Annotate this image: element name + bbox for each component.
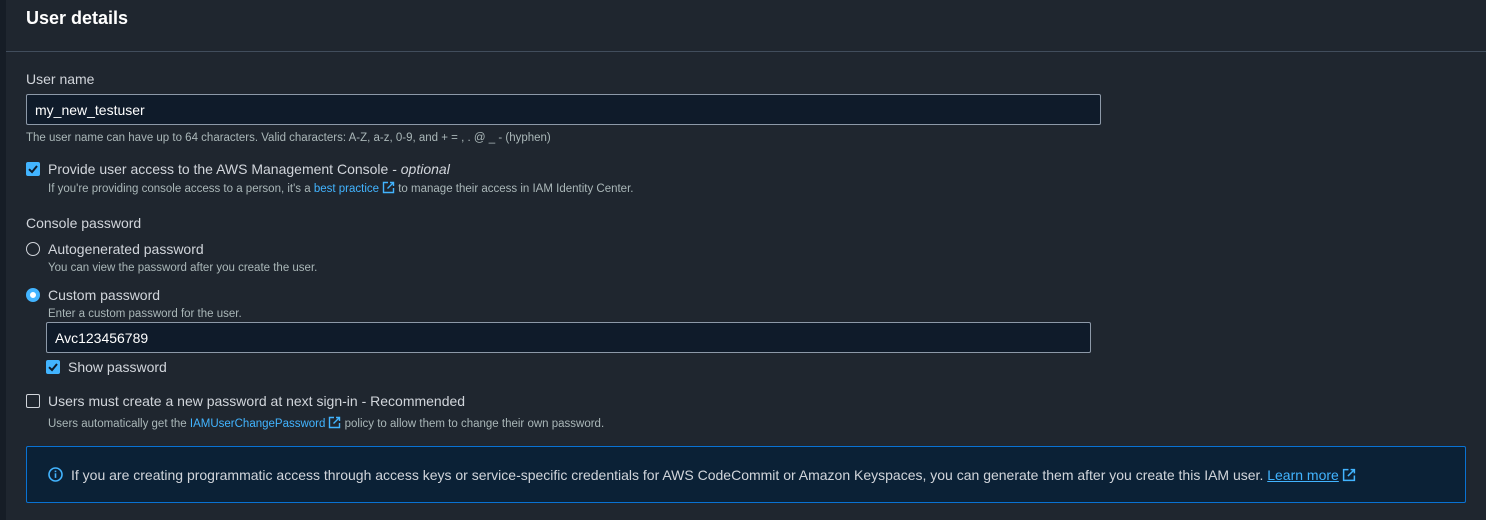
best-practice-link-text: best practice xyxy=(313,183,380,195)
console-access-label-text: Provide user access to the AWS Managemen… xyxy=(48,161,401,177)
show-password-checkbox[interactable] xyxy=(46,360,60,374)
console-access-hint-before: If you're providing console access to a … xyxy=(48,183,314,195)
autogenerated-password-label: Autogenerated password xyxy=(48,241,204,257)
console-access-checkbox[interactable] xyxy=(26,162,40,176)
user-name-input[interactable]: my_new_testuser xyxy=(26,94,1101,125)
custom-password-radio[interactable] xyxy=(26,288,40,302)
custom-password-hint: Enter a custom password for the user. xyxy=(48,308,242,320)
info-message: If you are creating programmatic access … xyxy=(71,467,1268,483)
section-header: User details xyxy=(6,0,1486,52)
console-access-hint-after: to manage their access in IAM Identity C… xyxy=(395,183,634,195)
info-icon xyxy=(48,467,63,482)
checkbox-checked-icon xyxy=(48,363,58,372)
reset-password-hint-before: Users automatically get the xyxy=(48,418,190,430)
iam-user-change-password-link[interactable]: IAMUserChangePassword xyxy=(189,416,342,430)
console-access-hint: If you're providing console access to a … xyxy=(48,181,633,195)
autogenerated-password-hint: You can view the password after you crea… xyxy=(48,262,318,274)
user-name-hint: The user name can have up to 64 characte… xyxy=(26,132,551,144)
user-details-panel xyxy=(6,0,1486,520)
optional-tag: optional xyxy=(400,161,450,177)
info-alert: If you are creating programmatic access … xyxy=(26,446,1466,503)
reset-password-label: Users must create a new password at next… xyxy=(48,393,466,409)
user-name-label: User name xyxy=(26,71,95,87)
checkbox-checked-icon xyxy=(28,165,38,174)
best-practice-link[interactable]: best practice xyxy=(313,181,395,195)
show-password-label: Show password xyxy=(68,359,167,375)
external-link-icon xyxy=(382,181,395,194)
reset-password-checkbox[interactable] xyxy=(26,394,40,408)
autogenerated-password-radio[interactable] xyxy=(26,242,40,256)
custom-password-label: Custom password xyxy=(48,287,161,303)
external-link-icon xyxy=(329,416,341,429)
reset-password-hint-after: policy to allow them to change their own… xyxy=(341,418,605,430)
info-text: If you are creating programmatic access … xyxy=(71,467,1356,483)
reset-password-hint: Users automatically get the IAMUserChang… xyxy=(48,416,604,430)
console-access-label: Provide user access to the AWS Managemen… xyxy=(48,161,450,177)
external-link-icon xyxy=(1342,468,1355,482)
console-password-label: Console password xyxy=(26,215,142,231)
learn-more-link-text: Learn more xyxy=(1267,467,1339,483)
section-title: User details xyxy=(26,8,129,28)
learn-more-link[interactable]: Learn more xyxy=(1267,467,1339,483)
custom-password-input[interactable]: Avc123456789 xyxy=(46,322,1091,353)
iam-user-change-password-link-text: IAMUserChangePassword xyxy=(189,418,326,430)
